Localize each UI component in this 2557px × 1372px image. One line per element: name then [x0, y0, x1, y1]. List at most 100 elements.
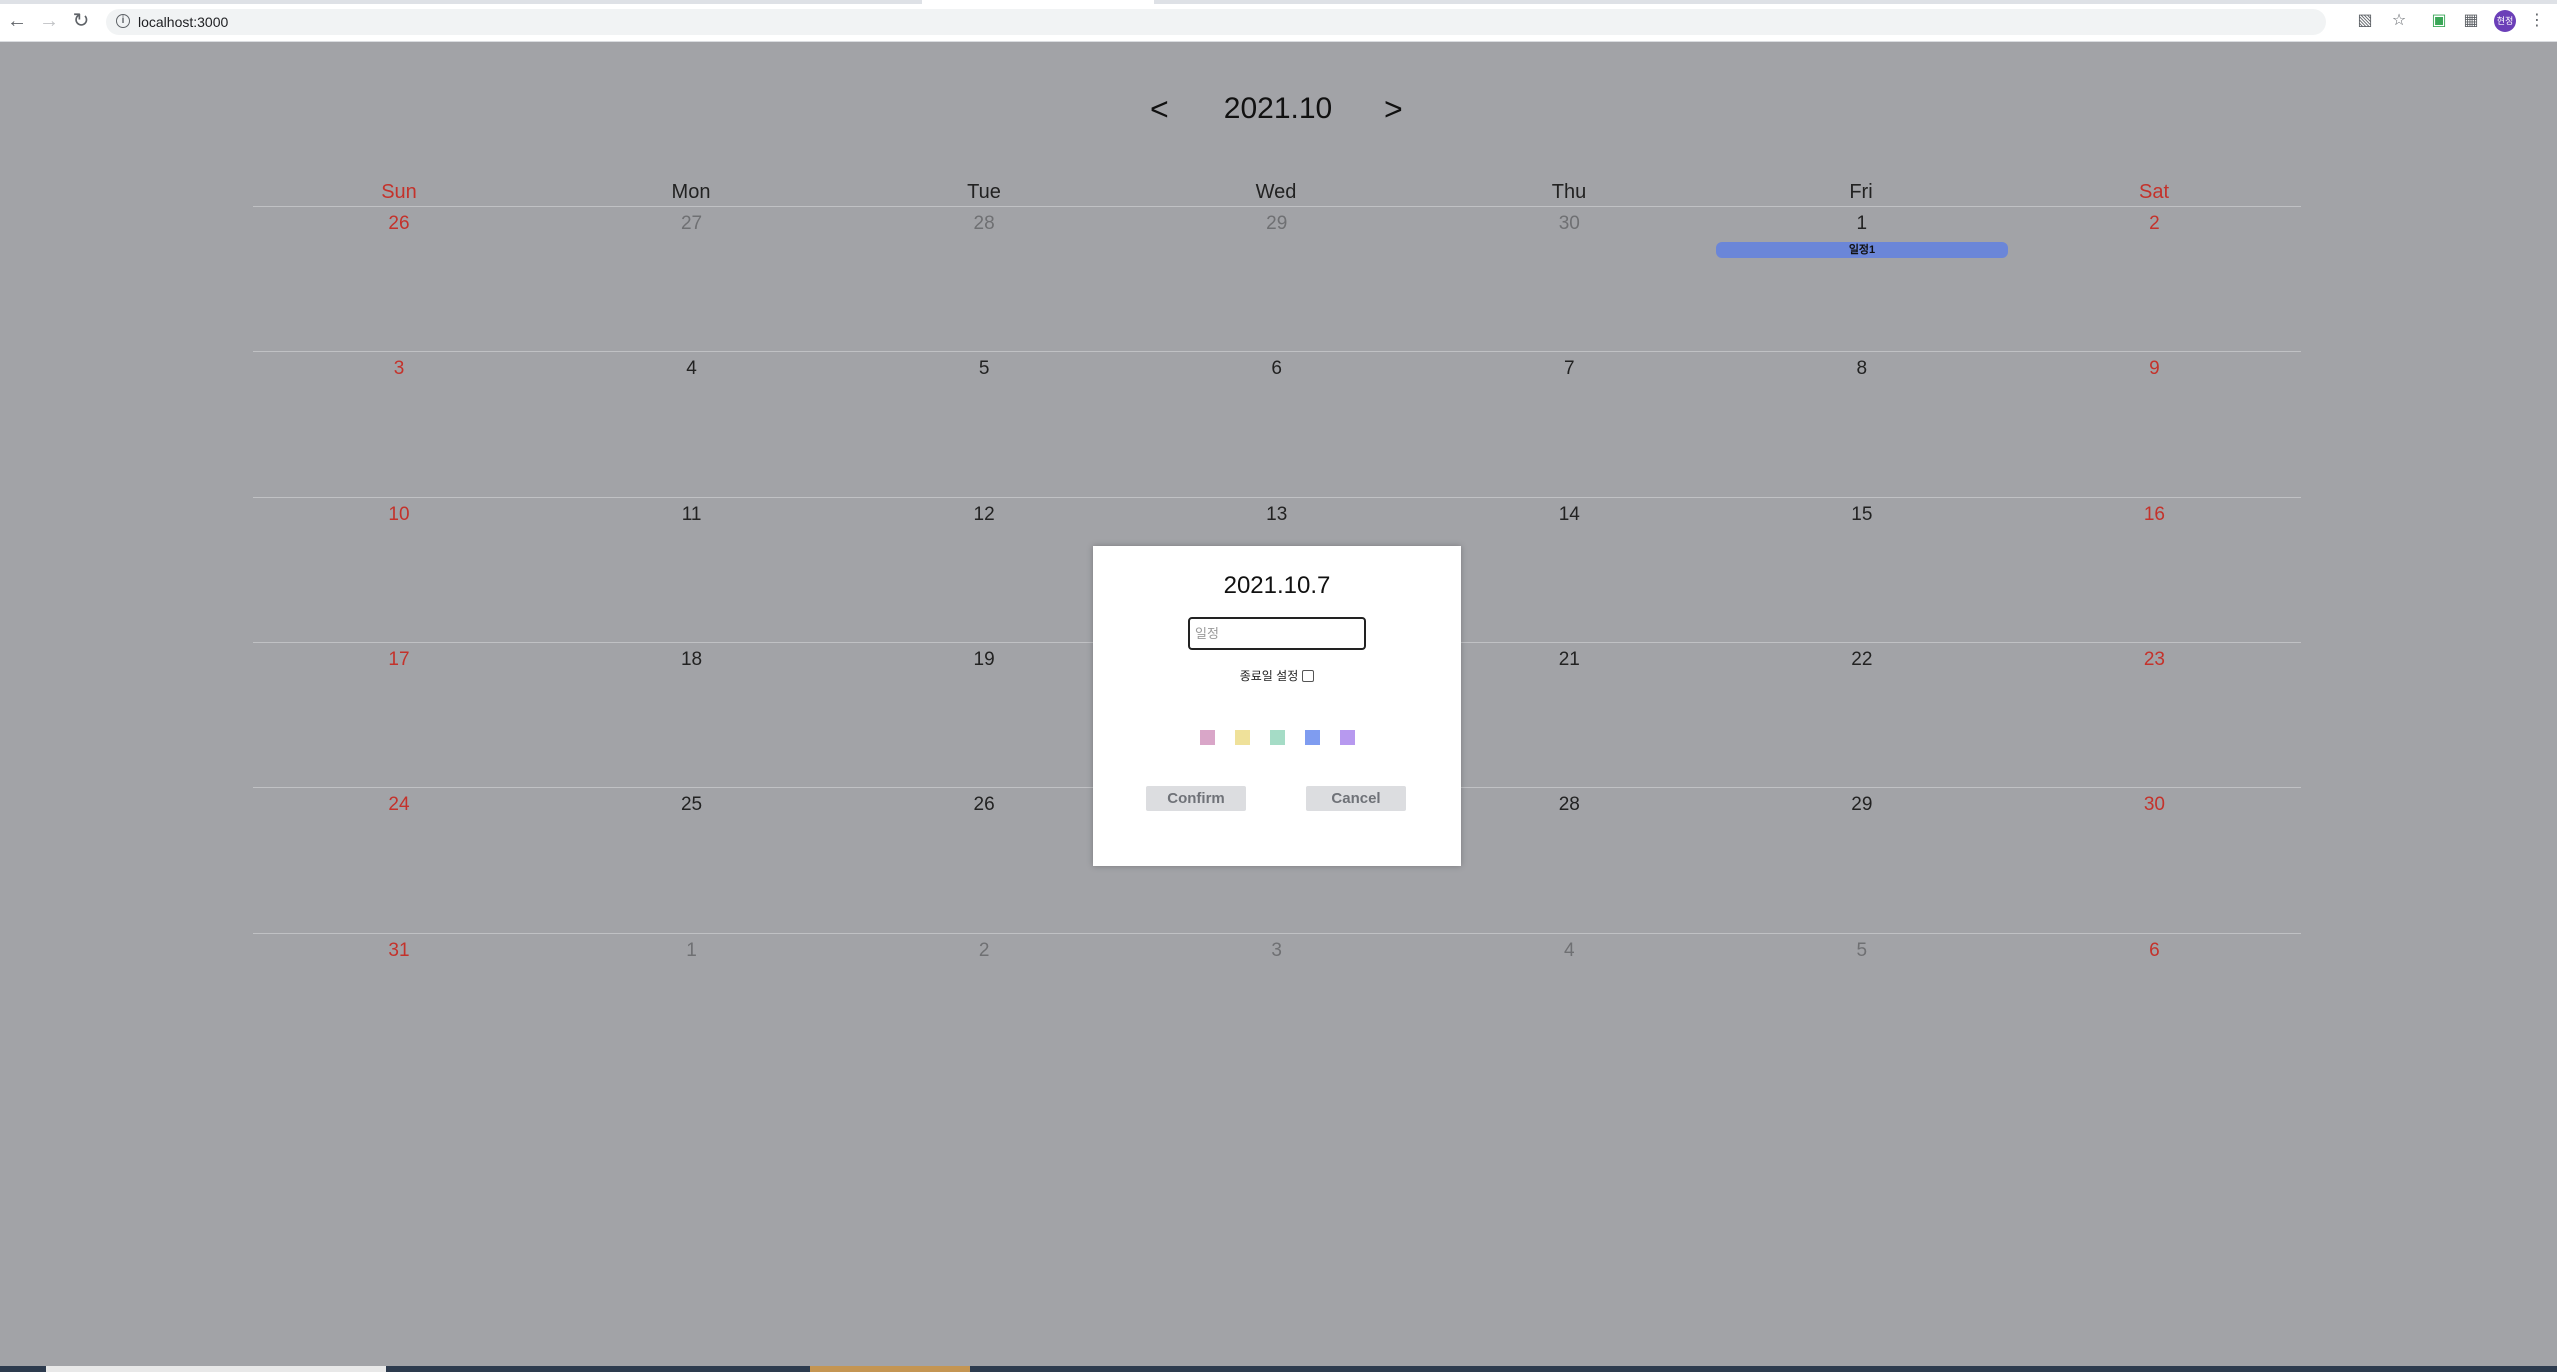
- day-cell[interactable]: 11: [546, 498, 838, 643]
- add-event-modal: 2021.10.7 종료일 설정 Confirm Cancel: [1093, 546, 1461, 866]
- day-number: 5: [1856, 940, 1868, 961]
- day-cell[interactable]: 5: [1716, 934, 2008, 1079]
- day-number: 28: [1558, 794, 1580, 815]
- day-cell[interactable]: 25: [546, 788, 838, 933]
- address-bar[interactable]: i localhost:3000: [106, 9, 2326, 35]
- day-cell[interactable]: 6: [2008, 934, 2300, 1079]
- day-cell[interactable]: 27: [546, 207, 838, 352]
- weekday-sat: Sat: [2138, 181, 2170, 203]
- day-number: 2: [978, 940, 990, 961]
- weekday-sun: Sun: [381, 181, 417, 203]
- color-swatch-blue[interactable]: [1305, 730, 1320, 745]
- day-number: 10: [388, 504, 410, 525]
- day-cell[interactable]: 23: [2008, 643, 2300, 788]
- day-cell[interactable]: 8: [1716, 352, 2008, 497]
- day-cell[interactable]: 28: [838, 207, 1130, 352]
- color-picker: [1200, 730, 1360, 746]
- day-cell[interactable]: 3: [1131, 934, 1423, 1079]
- prev-month-button[interactable]: <: [1150, 84, 1169, 134]
- bookmark-star-icon[interactable]: ☆: [2388, 10, 2410, 32]
- day-number: 24: [388, 794, 410, 815]
- day-number: 15: [1851, 504, 1873, 525]
- day-number: 17: [388, 649, 410, 670]
- active-tab[interactable]: [922, 0, 1154, 4]
- event-name-input[interactable]: [1188, 617, 1366, 650]
- color-swatch-mint[interactable]: [1270, 730, 1285, 745]
- day-number: 18: [680, 649, 703, 670]
- day-cell[interactable]: 5: [838, 352, 1130, 497]
- color-swatch-purple[interactable]: [1340, 730, 1355, 745]
- day-cell[interactable]: 12: [838, 498, 1130, 643]
- day-number: 12: [973, 504, 995, 525]
- day-cell[interactable]: 15: [1716, 498, 2008, 643]
- weekday-fri: Fri: [1849, 181, 1873, 203]
- day-cell[interactable]: 17: [253, 643, 545, 788]
- day-number: 26: [388, 213, 410, 234]
- day-cell[interactable]: 9: [2008, 352, 2300, 497]
- day-cell[interactable]: 22: [1716, 643, 2008, 788]
- week-row: 31 1 2 3 4 5 6: [253, 933, 2301, 1079]
- translate-icon[interactable]: ▧: [2354, 10, 2376, 32]
- day-cell[interactable]: 29: [1131, 207, 1423, 352]
- event-bar[interactable]: 일정1: [1716, 242, 2008, 258]
- day-number: 4: [686, 358, 697, 379]
- extension-icon[interactable]: ▣: [2428, 10, 2450, 32]
- day-cell[interactable]: 1: [546, 934, 838, 1079]
- day-cell[interactable]: 16: [2008, 498, 2300, 643]
- day-cell[interactable]: 18: [546, 643, 838, 788]
- weekday-thu: Thu: [1551, 181, 1587, 203]
- day-number: 29: [1266, 213, 1288, 234]
- day-number: 6: [1271, 358, 1282, 379]
- url-text: localhost:3000: [138, 14, 229, 30]
- day-cell[interactable]: 31: [253, 934, 545, 1079]
- day-number: 27: [680, 213, 703, 234]
- day-cell[interactable]: 10: [253, 498, 545, 643]
- weekday-wed: Wed: [1255, 181, 1297, 203]
- day-cell[interactable]: 21: [1423, 643, 1715, 788]
- end-date-label: 종료일 설정: [1239, 669, 1299, 683]
- weekday-tue: Tue: [967, 181, 1001, 203]
- day-cell[interactable]: 24: [253, 788, 545, 933]
- day-cell[interactable]: 4: [546, 352, 838, 497]
- day-cell[interactable]: 26: [253, 207, 545, 352]
- day-cell[interactable]: 28: [1423, 788, 1715, 933]
- day-cell[interactable]: 30: [2008, 788, 2300, 933]
- color-swatch-yellow[interactable]: [1235, 730, 1250, 745]
- day-cell[interactable]: 6: [1131, 352, 1423, 497]
- confirm-button[interactable]: Confirm: [1146, 786, 1246, 811]
- forward-arrow-icon[interactable]: →: [38, 10, 60, 32]
- day-cell[interactable]: 26: [838, 788, 1130, 933]
- tab-strip: [0, 0, 2557, 4]
- color-swatch-pink[interactable]: [1200, 730, 1215, 745]
- day-cell[interactable]: 30: [1423, 207, 1715, 352]
- day-cell[interactable]: 3: [253, 352, 545, 497]
- next-month-button[interactable]: >: [1384, 84, 1403, 134]
- day-cell[interactable]: 14: [1423, 498, 1715, 643]
- day-cell[interactable]: 1: [1716, 207, 2008, 352]
- menu-kebab-icon[interactable]: ⋮: [2526, 10, 2548, 32]
- day-cell[interactable]: 4: [1423, 934, 1715, 1079]
- day-number: 29: [1851, 794, 1873, 815]
- day-cell[interactable]: 19: [838, 643, 1130, 788]
- site-info-icon[interactable]: i: [116, 14, 130, 28]
- day-number: 13: [1266, 504, 1288, 525]
- day-number: 26: [973, 794, 995, 815]
- profile-avatar[interactable]: 현정: [2494, 10, 2516, 32]
- day-number: 6: [2149, 940, 2160, 961]
- day-number: 3: [393, 358, 405, 379]
- month-title: 2021.10: [1223, 92, 1333, 125]
- day-cell[interactable]: 29: [1716, 788, 2008, 933]
- day-number: 25: [680, 794, 703, 815]
- back-arrow-icon[interactable]: ←: [6, 10, 28, 32]
- day-cell[interactable]: 2: [2008, 207, 2300, 352]
- day-cell[interactable]: 7: [1423, 352, 1715, 497]
- modal-date-title: 2021.10.7: [1223, 572, 1331, 599]
- end-date-checkbox[interactable]: [1302, 669, 1315, 682]
- day-cell[interactable]: 2: [838, 934, 1130, 1079]
- extensions-puzzle-icon[interactable]: ▦: [2460, 10, 2482, 32]
- week-row: 3 4 5 6 7 8 9: [253, 351, 2301, 497]
- cancel-button[interactable]: Cancel: [1306, 786, 1406, 811]
- day-number: 19: [973, 649, 995, 670]
- day-number: 22: [1851, 649, 1873, 670]
- reload-icon[interactable]: ↻: [70, 10, 92, 32]
